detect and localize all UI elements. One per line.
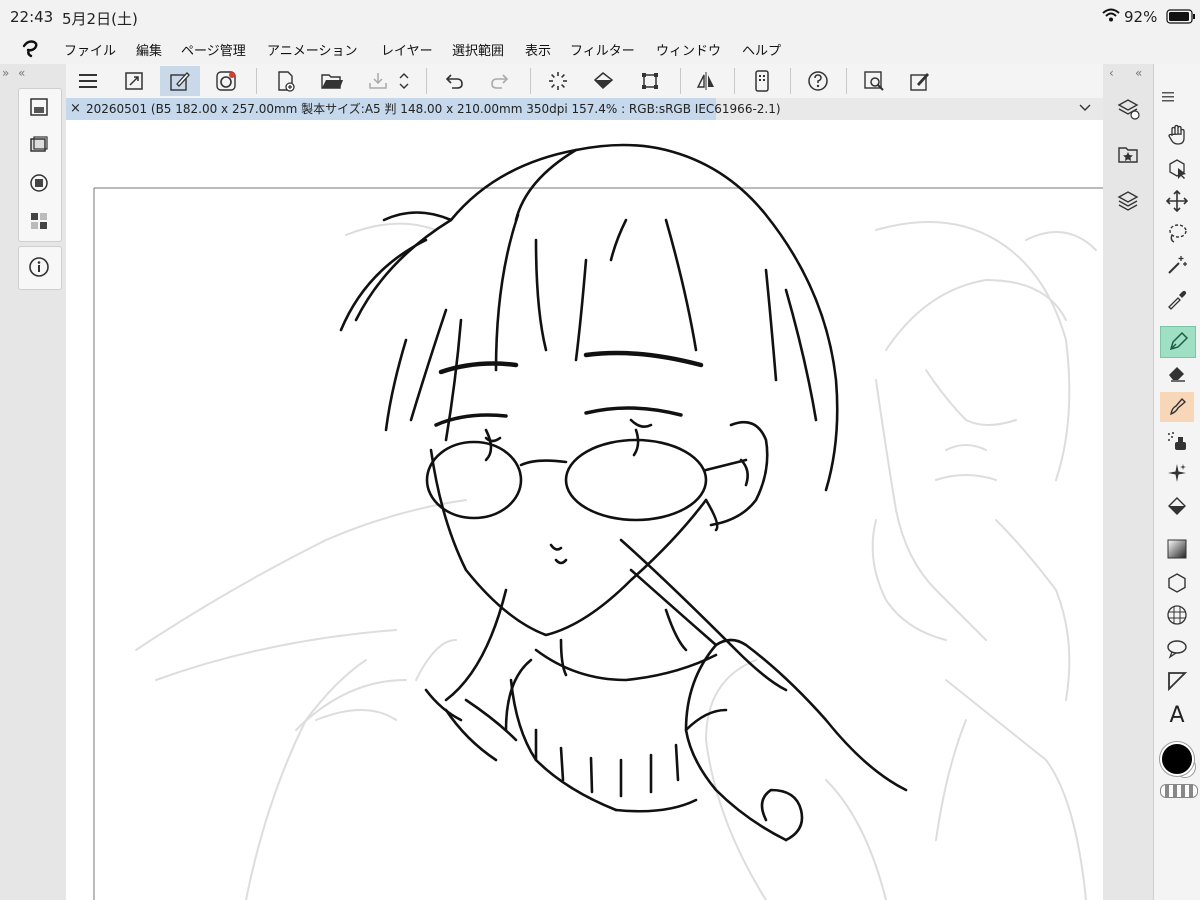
menu-help[interactable]: ヘルプ — [742, 40, 781, 59]
transform-icon[interactable] — [630, 66, 670, 96]
menu-filter[interactable]: フィルター — [570, 40, 635, 59]
material-icon[interactable] — [1117, 144, 1139, 166]
navigator-icon[interactable] — [27, 95, 51, 119]
menu-page-management[interactable]: ページ管理 — [181, 40, 246, 59]
layers-icon[interactable] — [1117, 190, 1139, 212]
menu-edit[interactable]: 編集 — [136, 40, 162, 59]
flip-horizontal-icon[interactable] — [686, 66, 726, 96]
redo-icon[interactable] — [480, 66, 520, 96]
left-dock-header: » « — [0, 64, 66, 84]
transparent-color-icon[interactable] — [1160, 784, 1198, 798]
info-icon[interactable] — [27, 255, 51, 279]
hand-tool-icon[interactable] — [1160, 120, 1194, 150]
help-icon[interactable] — [798, 66, 838, 96]
close-tab-icon[interactable]: × — [70, 98, 81, 120]
sub-view-icon[interactable] — [27, 133, 51, 157]
menu-selection[interactable]: 選択範囲 — [452, 40, 504, 59]
eraser-tool-icon[interactable] — [1160, 358, 1194, 388]
menu-layer[interactable]: レイヤー — [381, 40, 433, 59]
battery-icon — [1166, 9, 1196, 25]
pen-tool-icon[interactable] — [1160, 326, 1196, 358]
expand-right-icon[interactable]: « — [1135, 66, 1142, 80]
right-dock: ‹ « — [1103, 64, 1153, 900]
collapse-left-icon[interactable]: « — [18, 66, 25, 80]
line-art-layer — [339, 143, 908, 842]
drawing-canvas[interactable] — [66, 120, 1103, 900]
expand-left-icon[interactable]: » — [2, 66, 9, 80]
text-tool-icon[interactable]: A — [1160, 700, 1194, 730]
fill-tool-icon[interactable] — [1160, 492, 1194, 522]
tab-dropdown-chevron-icon[interactable] — [1078, 102, 1092, 114]
save-options-chevron-icon[interactable] — [392, 66, 416, 96]
balloon-tool-icon[interactable] — [1160, 634, 1194, 664]
fit-canvas-icon[interactable] — [114, 66, 154, 96]
tool-palette: A — [1153, 64, 1200, 900]
new-file-icon[interactable] — [266, 66, 306, 96]
layer-stack-icon[interactable] — [1117, 98, 1141, 120]
menu-view[interactable]: 表示 — [525, 40, 551, 59]
undo-icon[interactable] — [434, 66, 474, 96]
airbrush-tool-icon[interactable] — [1160, 426, 1194, 456]
status-bar: 22:43 5月2日(土) 92% — [0, 0, 1200, 34]
status-time: 22:43 — [10, 8, 54, 26]
operation-tool-icon[interactable] — [1160, 154, 1194, 184]
ruler-tool-icon[interactable] — [1160, 600, 1194, 630]
color-swatch[interactable] — [1158, 740, 1198, 780]
fill-icon[interactable] — [584, 66, 624, 96]
gradient-tool-icon[interactable] — [1160, 534, 1194, 564]
left-panel-stack — [18, 88, 62, 242]
left-panel-info — [18, 246, 62, 290]
eyedropper-tool-icon[interactable] — [1160, 284, 1194, 314]
hamburger-menu-icon[interactable] — [68, 66, 108, 96]
menu-animation[interactable]: アニメーション — [267, 40, 357, 59]
main-color-icon[interactable] — [1160, 742, 1194, 776]
decoration-tool-icon[interactable] — [1160, 458, 1194, 488]
canvas-tab-title: 20260501 (B5 182.00 x 257.00mm 製本サイズ:A5 … — [86, 102, 781, 116]
clear-selection-icon[interactable] — [538, 66, 578, 96]
menu-window[interactable]: ウィンドウ — [656, 40, 721, 59]
clip-studio-icon[interactable] — [206, 66, 246, 96]
menu-file[interactable]: ファイル — [64, 40, 116, 59]
clip-studio-logo-icon[interactable] — [20, 38, 42, 60]
status-date: 5月2日(土) — [62, 10, 138, 28]
frame-border-tool-icon[interactable] — [1160, 666, 1194, 696]
menu-bar: ファイル 編集 ページ管理 アニメーション レイヤー 選択範囲 表示 フィルター… — [0, 34, 1200, 65]
smartphone-link-icon[interactable] — [742, 66, 782, 96]
figure-tool-icon[interactable] — [1160, 568, 1194, 598]
move-layer-tool-icon[interactable] — [1160, 186, 1194, 216]
canvas-tab[interactable]: × 20260501 (B5 182.00 x 257.00mm 製本サイズ:A… — [66, 98, 781, 120]
rough-sketch-layer — [135, 221, 1097, 900]
layer-property-icon[interactable] — [27, 171, 51, 195]
edit-pen-icon[interactable] — [160, 66, 200, 96]
lasso-selection-tool-icon[interactable] — [1160, 218, 1194, 248]
command-bar — [66, 64, 1103, 99]
search-layer-icon[interactable] — [854, 66, 894, 96]
brush-tool-icon[interactable] — [1160, 392, 1194, 422]
tool-palette-menu-icon[interactable] — [1162, 92, 1174, 102]
edit-toggle-icon[interactable] — [900, 66, 940, 96]
collapse-right-icon[interactable]: ‹ — [1109, 66, 1114, 80]
color-set-icon[interactable] — [27, 209, 51, 233]
wifi-icon — [1102, 7, 1120, 23]
battery-percent: 92% — [1124, 8, 1158, 26]
open-folder-icon[interactable] — [312, 66, 352, 96]
magic-wand-tool-icon[interactable] — [1160, 250, 1194, 280]
